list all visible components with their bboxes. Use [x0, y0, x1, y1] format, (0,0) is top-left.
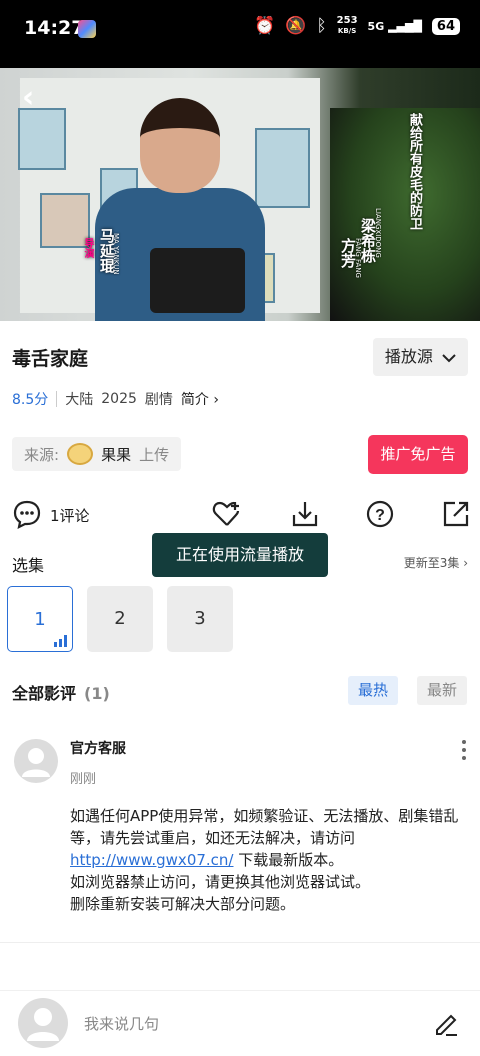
uploader-info[interactable]: 来源: 果果 上传	[12, 437, 182, 471]
caption-right-en: LIANGXIDONG	[374, 208, 382, 258]
help-icon[interactable]: ?	[365, 499, 395, 529]
intro-link[interactable]: 简介 ›	[181, 389, 219, 409]
status-bar: 14:27 ⏰ 🔕 ᛒ 253 KB/S 5G ▂▄▆█ 64	[0, 0, 480, 68]
more-icon[interactable]	[456, 738, 472, 762]
download-icon[interactable]	[290, 499, 320, 529]
bluetooth-icon: ᛒ	[316, 16, 327, 36]
back-icon[interactable]: ‹	[22, 80, 34, 115]
laptop	[150, 248, 245, 313]
uploader-suffix: 上传	[139, 445, 170, 464]
episode-3[interactable]: 3	[167, 586, 233, 652]
playing-icon	[54, 635, 67, 647]
share-icon[interactable]	[441, 499, 471, 529]
avatar	[18, 998, 68, 1048]
net-speed: 253 KB/S	[336, 15, 358, 36]
episode-2[interactable]: 2	[87, 586, 153, 652]
divider	[56, 391, 58, 407]
poster	[255, 128, 310, 208]
uploader-label: 来源:	[24, 445, 60, 464]
poster	[18, 108, 66, 170]
episode-1[interactable]: 1	[7, 586, 73, 652]
reviews-count: (1)	[84, 684, 110, 703]
episodes-label: 选集	[12, 556, 45, 575]
caption-tag: 导演	[82, 238, 93, 258]
battery-icon: 64	[431, 17, 460, 35]
promo-button[interactable]: 推广免广告	[368, 435, 468, 474]
title-row: 毒舌家庭 播放源	[12, 338, 468, 376]
source-button[interactable]: 播放源	[372, 338, 468, 376]
comment-composer: 我来说几句	[0, 990, 480, 1056]
favorite-add-icon[interactable]	[212, 499, 242, 529]
signal-icon: 5G ▂▄▆█	[367, 19, 422, 33]
review-body: 如遇任何APP使用异常，如频繁验证、无法播放、剧集错乱等，请先尝试重启，如还无法…	[70, 807, 459, 913]
tab-new[interactable]: 最新	[417, 676, 467, 705]
divider	[0, 942, 480, 943]
score: 8.5分	[12, 392, 49, 408]
caption-left-en: MA YANKUN	[112, 233, 120, 275]
genre: 剧情	[144, 392, 173, 408]
toast-message: 正在使用流量播放	[152, 533, 328, 577]
action-row: 1评论 ?	[0, 497, 480, 537]
user-icon	[22, 748, 50, 777]
region: 大陆	[65, 392, 94, 408]
review-link[interactable]: http://www.gwx07.cn/	[70, 851, 233, 869]
svg-text:?: ?	[375, 507, 385, 524]
status-time: 14:27	[24, 17, 85, 39]
comment-icon[interactable]	[12, 499, 42, 529]
avatar[interactable]	[14, 739, 58, 783]
actor-head	[140, 98, 220, 193]
year: 2025	[101, 391, 137, 407]
user-icon	[27, 1008, 59, 1041]
episodes-update-link[interactable]: 更新至3集 ›	[404, 554, 468, 571]
video-player[interactable]: ‹ 马延琨 MA YANKUN 导演 方芳 FANG FANG 梁希栋 LIAN…	[0, 68, 480, 321]
alarm-icon: ⏰	[254, 16, 276, 36]
uploader-avatar	[67, 443, 94, 465]
chevron-down-icon	[442, 353, 456, 362]
tab-hot[interactable]: 最热	[348, 676, 398, 705]
app-notification-icon	[78, 20, 96, 38]
show-title: 毒舌家庭	[12, 348, 89, 370]
mute-icon: 🔕	[285, 16, 307, 36]
review-author: 官方客服	[70, 741, 126, 757]
side-title: 献给所有皮毛的防卫	[407, 113, 422, 230]
reviews-title: 全部影评 (1)	[12, 684, 110, 703]
comment-count[interactable]: 1评论	[50, 505, 90, 526]
edit-icon[interactable]	[432, 1009, 460, 1037]
comment-input[interactable]: 我来说几句	[84, 1013, 159, 1034]
uploader-name: 果果	[101, 445, 132, 464]
show-meta: 8.5分 大陆 2025 剧情 简介 ›	[12, 389, 219, 409]
review-time: 刚刚	[70, 772, 97, 787]
